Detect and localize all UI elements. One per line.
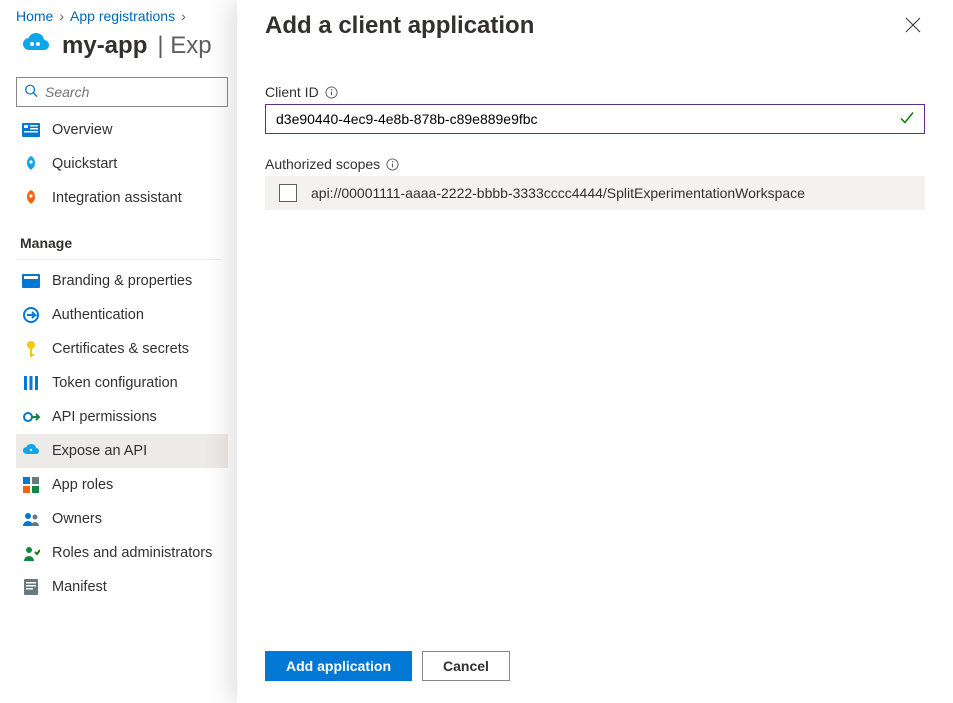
checkmark-icon	[899, 110, 915, 129]
sidebar-item-integration-assistant[interactable]: Integration assistant	[16, 181, 228, 215]
sidebar-item-manifest[interactable]: Manifest	[16, 570, 228, 604]
sidebar-item-authentication[interactable]: Authentication	[16, 298, 228, 332]
quickstart-icon	[22, 155, 40, 173]
sidebar-item-owners[interactable]: Owners	[16, 502, 228, 536]
cancel-button[interactable]: Cancel	[422, 651, 510, 681]
sidebar-item-overview[interactable]: Overview	[16, 113, 228, 147]
breadcrumb-appreg[interactable]: App registrations	[70, 8, 175, 24]
token-icon	[22, 374, 40, 392]
owners-icon	[22, 510, 40, 528]
add-application-button[interactable]: Add application	[265, 651, 412, 681]
manage-section-title: Manage	[16, 215, 222, 260]
page-title: my-app	[62, 32, 147, 60]
client-id-label: Client ID	[265, 84, 925, 100]
search-input[interactable]	[16, 77, 228, 107]
close-icon	[905, 17, 921, 33]
sidebar-item-label: Expose an API	[52, 443, 147, 459]
sidebar-search	[16, 77, 228, 107]
info-icon[interactable]	[325, 86, 338, 99]
scope-row: api://00001111-aaaa-2222-bbbb-3333cccc44…	[265, 176, 925, 210]
manifest-icon	[22, 578, 40, 596]
sidebar-item-label: Authentication	[52, 307, 144, 323]
sidebar-item-label: Integration assistant	[52, 190, 182, 206]
sidebar-item-roles-and-administrators[interactable]: Roles and administrators	[16, 536, 228, 570]
panel-title: Add a client application	[265, 12, 534, 40]
sidebar-item-label: App roles	[52, 477, 113, 493]
sidebar-item-label: Token configuration	[52, 375, 178, 391]
branding-icon	[22, 272, 40, 290]
sidebar-item-label: Roles and administrators	[52, 545, 212, 561]
sidebar-item-quickstart[interactable]: Quickstart	[16, 147, 228, 181]
rocket-icon	[22, 189, 40, 207]
sidebar-item-label: Manifest	[52, 579, 107, 595]
sidebar-item-label: Branding & properties	[52, 273, 192, 289]
sidebar-item-label: Overview	[52, 122, 112, 138]
sidebar-item-token-configuration[interactable]: Token configuration	[16, 366, 228, 400]
page-subtitle: | Exp	[157, 32, 211, 60]
sidebar: OverviewQuickstartIntegration assistant …	[0, 77, 236, 604]
sidebar-item-label: Owners	[52, 511, 102, 527]
add-client-panel: Add a client application Client ID Autho…	[237, 0, 953, 703]
client-id-input[interactable]	[265, 104, 925, 134]
breadcrumb-home[interactable]: Home	[16, 8, 53, 24]
sidebar-item-certificates-secrets[interactable]: Certificates & secrets	[16, 332, 228, 366]
api-perm-icon	[22, 408, 40, 426]
sidebar-item-label: API permissions	[52, 409, 157, 425]
sidebar-item-label: Quickstart	[52, 156, 117, 172]
scope-label: api://00001111-aaaa-2222-bbbb-3333cccc44…	[311, 185, 805, 201]
cloud-app-icon	[16, 30, 52, 61]
sidebar-item-api-permissions[interactable]: API permissions	[16, 400, 228, 434]
sidebar-item-label: Certificates & secrets	[52, 341, 189, 357]
search-icon	[24, 84, 38, 101]
chevron-right-icon: ›	[59, 8, 64, 24]
roles-icon	[22, 544, 40, 562]
auth-icon	[22, 306, 40, 324]
approles-icon	[22, 476, 40, 494]
authorized-scopes-label: Authorized scopes	[265, 156, 925, 172]
expose-icon	[22, 442, 40, 460]
sidebar-item-branding-properties[interactable]: Branding & properties	[16, 264, 228, 298]
close-button[interactable]	[901, 13, 925, 40]
sidebar-item-app-roles[interactable]: App roles	[16, 468, 228, 502]
info-icon[interactable]	[386, 158, 399, 171]
chevron-right-icon: ›	[181, 8, 186, 24]
sidebar-item-expose-an-api[interactable]: Expose an API	[16, 434, 228, 468]
key-icon	[22, 340, 40, 358]
overview-icon	[22, 121, 40, 139]
scope-checkbox[interactable]	[279, 184, 297, 202]
